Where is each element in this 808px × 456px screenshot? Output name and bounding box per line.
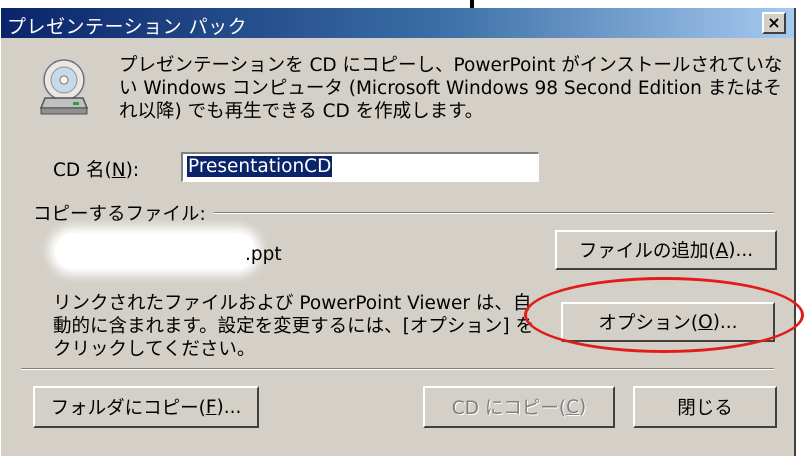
footer-separator <box>21 368 774 370</box>
copy-to-cd-button[interactable]: CD にコピー(C) <box>423 386 615 428</box>
title-bar[interactable]: プレゼンテーション パック × <box>1 8 794 38</box>
options-label-suffix: )... <box>712 311 738 333</box>
file-item-name[interactable]: .ppt <box>245 244 282 265</box>
options-label-prefix: オプション( <box>598 313 699 334</box>
dialog-title: プレゼンテーション パック <box>7 16 248 38</box>
presentation-pack-dialog: プレゼンテーション パック × プレゼンテーションを CD にコピーし、Powe… <box>0 8 796 456</box>
add-file-access-key: A <box>715 239 729 261</box>
cd-name-value: PresentationCD <box>187 156 333 177</box>
copy-to-folder-button[interactable]: フォルダにコピー(F)... <box>33 386 259 428</box>
close-dialog-button[interactable]: 閉じる <box>633 386 777 428</box>
options-access-key: O <box>698 311 713 333</box>
cd-drive-icon <box>39 59 89 115</box>
add-file-label-prefix: ファイルの追加( <box>578 241 716 262</box>
cd-name-input[interactable]: PresentationCD <box>181 152 539 182</box>
copy-folder-label-prefix: フォルダにコピー( <box>50 398 206 419</box>
linked-files-info: リンクされたファイルおよび PowerPoint Viewer は、自動的に含ま… <box>53 293 534 360</box>
obscured-file-name <box>55 233 255 269</box>
files-group-label: コピーするファイル: <box>33 200 214 226</box>
copy-cd-label-suffix: ) <box>578 396 587 418</box>
cd-name-label: CD 名(N): <box>53 156 139 182</box>
copy-folder-label-suffix: )... <box>216 396 242 418</box>
add-file-button[interactable]: ファイルの追加(A)... <box>555 230 777 270</box>
options-button[interactable]: オプション(O)... <box>561 302 775 342</box>
copy-folder-access-key: F <box>205 396 217 418</box>
dialog-description: プレゼンテーションを CD にコピーし、PowerPoint がインストールされ… <box>119 55 783 122</box>
copy-cd-access-key: C <box>566 396 579 418</box>
close-window-button[interactable]: × <box>762 12 786 34</box>
copy-cd-label-prefix: CD にコピー( <box>451 398 567 419</box>
cd-name-label-prefix: CD 名( <box>53 160 112 181</box>
cd-name-label-suffix: ): <box>125 160 140 181</box>
cd-name-access-key: N <box>111 160 126 181</box>
add-file-label-suffix: )... <box>728 239 754 261</box>
